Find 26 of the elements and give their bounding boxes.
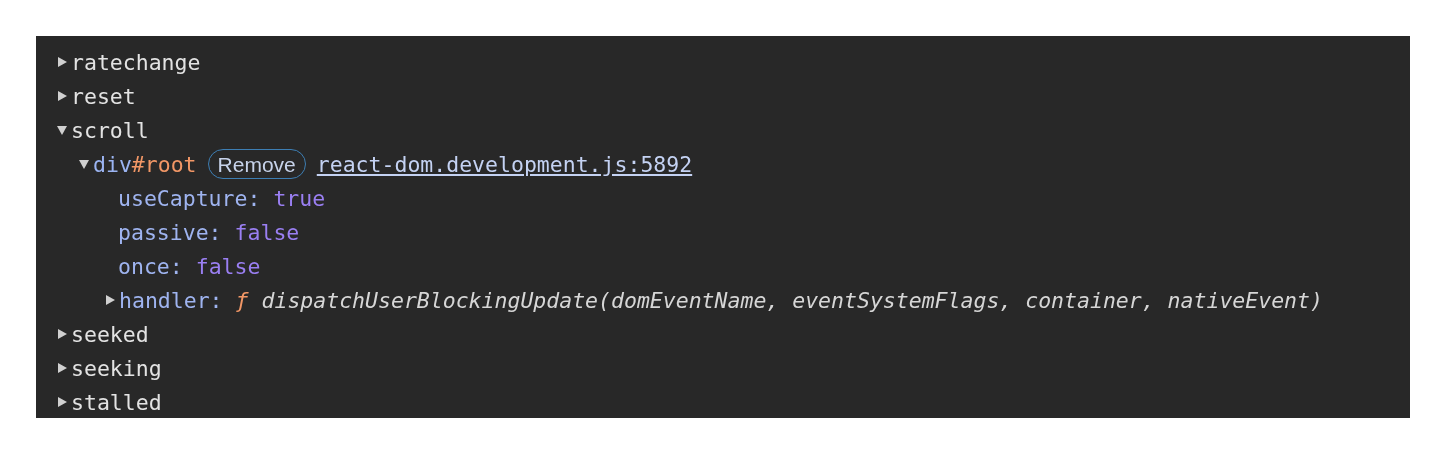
property-key: once: xyxy=(118,253,183,279)
expand-triangle-icon[interactable] xyxy=(56,362,68,374)
event-name[interactable]: reset xyxy=(71,83,136,109)
expand-triangle-icon[interactable] xyxy=(104,294,116,306)
event-name[interactable]: ratechange xyxy=(71,49,201,75)
property-key: useCapture: xyxy=(118,185,261,211)
expand-triangle-icon[interactable] xyxy=(78,158,90,170)
expand-triangle-icon[interactable] xyxy=(56,328,68,340)
function-mark: ƒ xyxy=(235,287,249,313)
expand-triangle-icon[interactable] xyxy=(56,90,68,102)
expand-triangle-icon[interactable] xyxy=(56,56,68,68)
property-value: false xyxy=(234,219,300,245)
source-link[interactable]: react-dom.development.js:5892 xyxy=(316,151,693,177)
expand-triangle-icon[interactable] xyxy=(56,396,68,408)
expand-triangle-icon[interactable] xyxy=(56,124,68,136)
property-value: false xyxy=(195,253,261,279)
event-name[interactable]: seeked xyxy=(71,321,149,347)
event-name[interactable]: stalled xyxy=(71,389,162,415)
property-key: passive: xyxy=(118,219,222,245)
event-name[interactable]: scroll xyxy=(71,117,149,143)
function-signature: dispatchUserBlockingUpdate(domEventName, eventSystemFlags, container, nativeEvent) xyxy=(261,287,1323,313)
property-value: true xyxy=(273,185,326,211)
property-key: handler: xyxy=(119,287,223,313)
event-name[interactable]: seeking xyxy=(71,355,162,381)
node-tag: div xyxy=(93,151,132,177)
node-id: #root xyxy=(131,151,197,177)
